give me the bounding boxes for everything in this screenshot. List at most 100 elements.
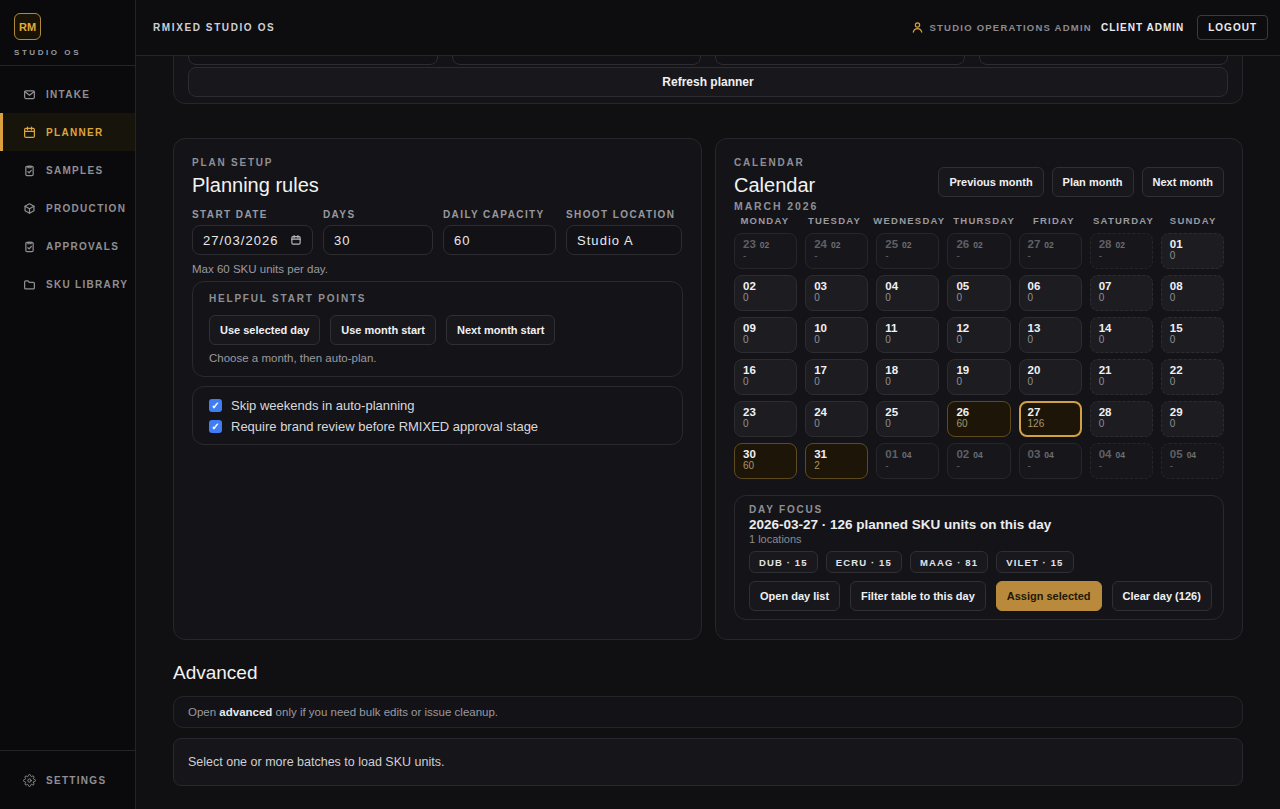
plan-fields: START DATE 27/03/2026DAYS 30DAILY CAPACI… — [192, 209, 683, 255]
calendar-day-cell[interactable]: 080 — [1161, 275, 1224, 311]
sidebar-item-sku-library[interactable]: SKU LIBRARY — [0, 265, 135, 303]
weekday-label: MONDAY — [734, 215, 796, 226]
refresh-panel: Refresh planner — [173, 56, 1243, 104]
sidebar-item-intake[interactable]: INTAKE — [0, 75, 135, 113]
helpful-buttons: Use selected day Use month start Next mont… — [209, 315, 666, 345]
calendar-day-cell[interactable]: 120 — [947, 317, 1010, 353]
sidebar-item-samples[interactable]: SAMPLES — [0, 151, 135, 189]
calendar-day-cell[interactable]: 130 — [1019, 317, 1082, 353]
calendar-day-cell[interactable]: 0104- — [876, 443, 939, 479]
filter-input[interactable] — [188, 56, 438, 65]
clear-day-126-button[interactable]: Clear day (126) — [1112, 581, 1212, 611]
calendar-day-cell[interactable]: 150 — [1161, 317, 1224, 353]
calendar-day-cell[interactable]: 140 — [1090, 317, 1153, 353]
calendar-day-cell[interactable]: 090 — [734, 317, 797, 353]
calendar-day-cell[interactable]: 220 — [1161, 359, 1224, 395]
next-month-button[interactable]: Next month — [1142, 167, 1225, 197]
assign-selected-button[interactable]: Assign selected — [996, 581, 1102, 611]
calendar-day-cell[interactable]: 060 — [1019, 275, 1082, 311]
calendar-day-cell[interactable]: 010 — [1161, 233, 1224, 269]
calendar-day-cell[interactable]: 110 — [876, 317, 939, 353]
calendar-day-cell[interactable]: 240 — [805, 401, 868, 437]
day-focus-kicker: DAY FOCUS — [749, 504, 1209, 515]
filter-input[interactable] — [452, 56, 702, 65]
sidebar-item-settings[interactable]: SETTINGS — [0, 761, 135, 799]
logout-button[interactable]: LOGOUT — [1197, 15, 1268, 40]
calendar-day-cell[interactable]: 0404- — [1090, 443, 1153, 479]
calendar-day-cell[interactable]: 312 — [805, 443, 868, 479]
calendar-day-cell[interactable]: 170 — [805, 359, 868, 395]
checkbox[interactable]: ✓ — [209, 420, 222, 433]
calendar-day-cell[interactable]: 2302- — [734, 233, 797, 269]
calendar-kicker: CALENDAR — [734, 157, 818, 168]
calendar-day-cell[interactable]: 180 — [876, 359, 939, 395]
open-day-list-button[interactable]: Open day list — [749, 581, 840, 611]
calendar-day-cell[interactable]: 0204- — [947, 443, 1010, 479]
calendar-day-cell[interactable]: 030 — [805, 275, 868, 311]
option-label: Skip weekends in auto-planning — [231, 398, 415, 413]
advanced-note: Open advanced only if you need bulk edit… — [173, 696, 1243, 728]
calendar-day-cell[interactable]: 160 — [734, 359, 797, 395]
calendar-day-cell[interactable]: 2802- — [1090, 233, 1153, 269]
calendar-icon — [290, 234, 302, 246]
plan-setup-kicker: PLAN SETUP — [192, 157, 683, 168]
day-focus-headline: 2026-03-27 · 126 planned SKU units on th… — [749, 517, 1209, 532]
calendar-day-cell[interactable]: 280 — [1090, 401, 1153, 437]
refresh-planner-button[interactable]: Refresh planner — [188, 67, 1228, 97]
weekday-header: MONDAYTUESDAYWEDNESDAYTHURSDAYFRIDAYSATU… — [734, 215, 1224, 226]
daily-capacity-input[interactable]: 60 — [443, 225, 556, 255]
shoot-location-input[interactable]: Studio A — [566, 225, 682, 255]
previous-month-button[interactable]: Previous month — [938, 167, 1043, 197]
calendar-day-cell[interactable]: 250 — [876, 401, 939, 437]
weekday-label: WEDNESDAY — [873, 215, 945, 226]
app-title: RMIXED STUDIO OS — [153, 22, 275, 33]
plan-month-button[interactable]: Plan month — [1052, 167, 1134, 197]
calendar-title: Calendar — [734, 174, 818, 197]
calendar-day-cell[interactable]: 290 — [1161, 401, 1224, 437]
checkbox[interactable]: ✓ — [209, 399, 222, 412]
sidebar-item-production[interactable]: PRODUCTION — [0, 189, 135, 227]
sidebar: RM STUDIO OS INTAKEPLANNERSAMPLESPRODUCT… — [0, 0, 136, 809]
calendar-day-cell[interactable]: 2660 — [947, 401, 1010, 437]
filter-input[interactable] — [979, 56, 1229, 65]
calendar-day-cell[interactable]: 2602- — [947, 233, 1010, 269]
clipboard-icon — [23, 164, 36, 177]
sidebar-footer: SETTINGS — [0, 750, 135, 809]
calendar-day-cell[interactable]: 100 — [805, 317, 868, 353]
sidebar-item-planner[interactable]: PLANNER — [0, 113, 135, 151]
days-input[interactable]: 30 — [323, 225, 433, 255]
calendar-day-cell[interactable]: 040 — [876, 275, 939, 311]
calendar-day-cell[interactable]: 050 — [947, 275, 1010, 311]
calendar-day-cell[interactable]: 2502- — [876, 233, 939, 269]
weekday-label: THURSDAY — [953, 215, 1015, 226]
calendar-day-cell[interactable]: 200 — [1019, 359, 1082, 395]
filter-table-to-this-day-button[interactable]: Filter table to this day — [850, 581, 986, 611]
calendar-day-cell[interactable]: 070 — [1090, 275, 1153, 311]
calendar-day-cell[interactable]: 210 — [1090, 359, 1153, 395]
use-month-start-button[interactable]: Use month start — [330, 315, 436, 345]
calendar-day-cell[interactable]: 27126 — [1019, 401, 1082, 437]
day-focus-chips: DUB · 15ECRU · 15MAAG · 81VILET · 15 — [749, 551, 1209, 573]
calendar-day-cell[interactable]: 020 — [734, 275, 797, 311]
main-content: Refresh planner PLAN SETUP Planning rule… — [136, 56, 1280, 809]
sidebar-item-label: SETTINGS — [46, 775, 106, 786]
calendar-day-cell[interactable]: 230 — [734, 401, 797, 437]
location-chip: DUB · 15 — [749, 551, 818, 573]
calendar-day-cell[interactable]: 0304- — [1019, 443, 1082, 479]
brand-logo: RM — [14, 13, 41, 40]
next-month-start-button[interactable]: Next month start — [446, 315, 555, 345]
calendar-day-cell[interactable]: 0504- — [1161, 443, 1224, 479]
gear-icon — [23, 774, 36, 787]
calendar-day-cell[interactable]: 2402- — [805, 233, 868, 269]
calendar-day-cell[interactable]: 190 — [947, 359, 1010, 395]
day-focus-locations: 1 locations — [749, 533, 1209, 545]
field-label: DAYS — [323, 209, 433, 220]
use-selected-day-button[interactable]: Use selected day — [209, 315, 320, 345]
calendar-day-cell[interactable]: 3060 — [734, 443, 797, 479]
sidebar-item-approvals[interactable]: APPROVALS — [0, 227, 135, 265]
filter-input[interactable] — [715, 56, 965, 65]
calendar-day-cell[interactable]: 2702- — [1019, 233, 1082, 269]
helpful-start-points: HELPFUL START POINTS Use selected dayUse… — [192, 281, 683, 377]
start-date-input[interactable]: 27/03/2026 — [192, 225, 313, 255]
sidebar-nav: INTAKEPLANNERSAMPLESPRODUCTIONAPPROVALSS… — [0, 66, 135, 750]
